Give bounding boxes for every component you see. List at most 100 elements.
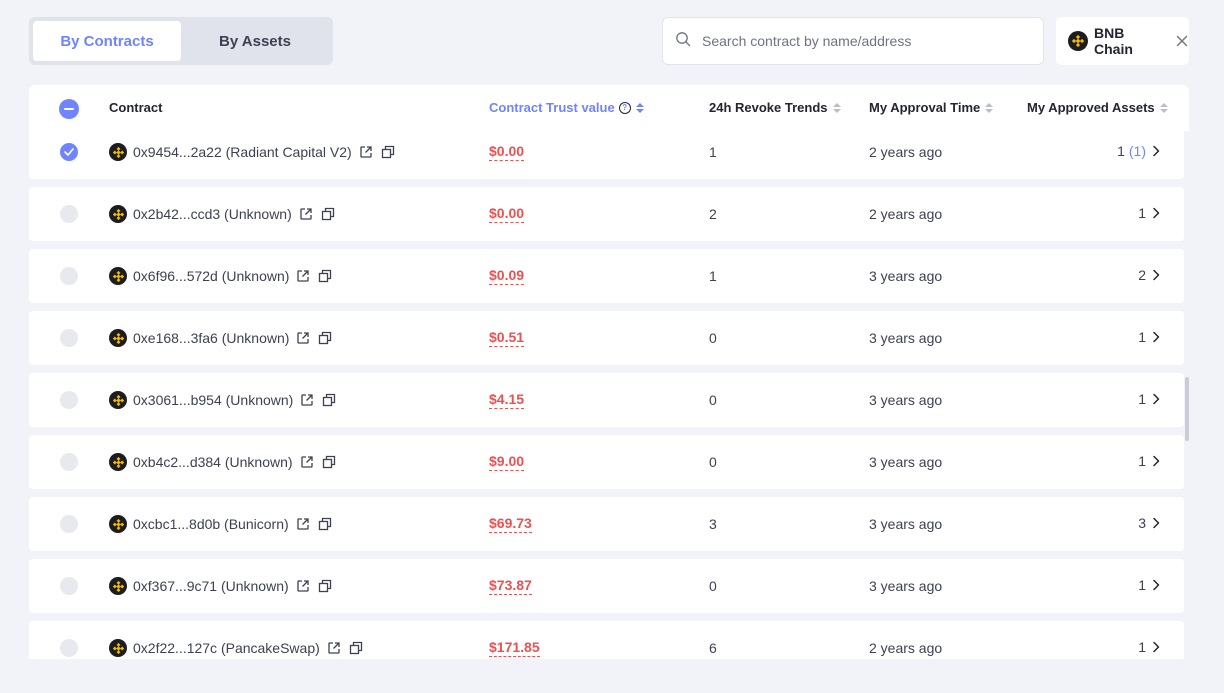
chevron-right-icon[interactable] [1152,331,1160,343]
row-checkbox[interactable] [60,205,78,223]
approved-assets-count: 1 [1138,577,1146,593]
row-checkbox[interactable] [60,577,78,595]
contract-address: 0xe168...3fa6 (Unknown) [133,330,290,346]
approved-assets[interactable]: 1 [1138,391,1160,407]
contract-cell: 0x2f22...127c (PancakeSwap) [109,638,363,658]
trust-value[interactable]: $9.00 [489,452,525,471]
table-row[interactable]: 0xb4c2...d384 (Unknown) $9.00 0 3 years ago… [29,435,1184,489]
row-checkbox[interactable] [60,453,78,471]
chevron-right-icon[interactable] [1152,455,1160,467]
chevron-right-icon[interactable] [1152,145,1160,157]
approved-assets[interactable]: 1 [1138,205,1160,221]
approval-time: 3 years ago [869,454,943,470]
revoke-trend: 0 [709,330,717,346]
revoke-trend: 2 [709,206,717,222]
approval-time: 3 years ago [869,516,943,532]
external-link-icon[interactable] [296,331,310,345]
table-row[interactable]: 0x2b42...ccd3 (Unknown) $0.00 2 2 years ago… [29,187,1184,241]
copy-icon[interactable] [321,207,335,221]
select-all-checkbox[interactable] [59,99,79,119]
column-revoke-trends[interactable]: 24h Revoke Trends [709,100,841,115]
trust-value[interactable]: $73.87 [489,576,532,595]
sort-icon[interactable] [985,102,994,113]
column-approval-time[interactable]: My Approval Time [869,100,994,115]
chevron-right-icon[interactable] [1152,579,1160,591]
table-row[interactable]: 0x9454...2a22 (Radiant Capital V2) $0.00 1… [29,131,1184,179]
scrollbar[interactable] [1185,131,1189,659]
column-trust-value[interactable]: Contract Trust value ? [489,100,644,115]
trust-value[interactable]: $171.85 [489,638,540,657]
approved-assets-count: 2 [1138,267,1146,283]
minus-icon [64,108,74,110]
approved-assets[interactable]: 1 [1138,453,1160,469]
tab-by-assets[interactable]: By Assets [181,21,329,61]
column-time-label: My Approval Time [869,100,981,115]
row-checkbox[interactable] [60,515,78,533]
table-row[interactable]: 0x6f96...572d (Unknown) $0.09 1 3 years ago… [29,249,1184,303]
chevron-right-icon[interactable] [1152,393,1160,405]
external-link-icon[interactable] [296,579,310,593]
column-approved-assets[interactable]: My Approved Assets [1027,100,1168,115]
revoke-trend: 0 [709,392,717,408]
row-checkbox[interactable] [60,143,78,161]
external-link-icon[interactable] [300,393,314,407]
table-row[interactable]: 0xcbc1...8d0b (Bunicorn) $69.73 3 3 years a… [29,497,1184,551]
sort-icon[interactable] [635,102,644,113]
table-header: Contract Contract Trust value ? 24h Revo… [29,85,1189,131]
trust-value[interactable]: $0.00 [489,204,525,223]
search-input[interactable] [702,33,1022,49]
close-icon[interactable] [1175,34,1189,48]
trust-value[interactable]: $0.51 [489,328,525,347]
table-row[interactable]: 0xe168...3fa6 (Unknown) $0.51 0 3 years ago… [29,311,1184,365]
approved-assets[interactable]: 1 [1138,577,1160,593]
contract-address: 0x2f22...127c (PancakeSwap) [133,640,320,656]
revoke-trend: 1 [709,144,717,160]
row-checkbox[interactable] [60,391,78,409]
external-link-icon[interactable] [359,145,373,159]
help-icon[interactable]: ? [618,101,631,114]
trust-value[interactable]: $0.09 [489,266,525,285]
table-row[interactable]: 0x2f22...127c (PancakeSwap) $171.85 6 2 yea… [29,621,1184,659]
approved-assets[interactable]: 1 [1138,329,1160,345]
table-row[interactable]: 0x3061...b954 (Unknown) $4.15 0 3 years ago… [29,373,1184,427]
copy-icon[interactable] [349,641,363,655]
external-link-icon[interactable] [300,455,314,469]
chevron-right-icon[interactable] [1152,269,1160,281]
bnb-logo-icon [109,515,127,533]
table-row[interactable]: 0xf367...9c71 (Unknown) $73.87 0 3 years ag… [29,559,1184,613]
row-checkbox[interactable] [60,329,78,347]
copy-icon[interactable] [318,517,332,531]
copy-icon[interactable] [318,579,332,593]
trust-value[interactable]: $4.15 [489,390,525,409]
approved-assets[interactable]: 1 (1) [1117,143,1160,159]
sort-icon[interactable] [832,102,841,113]
approved-assets[interactable]: 2 [1138,267,1160,283]
tab-by-contracts[interactable]: By Contracts [33,21,181,61]
copy-icon[interactable] [322,393,336,407]
sort-icon[interactable] [1159,102,1168,113]
row-checkbox[interactable] [60,267,78,285]
approved-assets[interactable]: 3 [1138,515,1160,531]
approved-assets[interactable]: 1 [1138,639,1160,655]
external-link-icon[interactable] [299,207,313,221]
chevron-right-icon[interactable] [1152,517,1160,529]
chain-name: BNB Chain [1094,25,1133,57]
external-link-icon[interactable] [296,269,310,283]
chain-selector[interactable]: BNB Chain [1056,17,1189,65]
trust-value[interactable]: $69.73 [489,514,532,533]
contract-cell: 0x6f96...572d (Unknown) [109,266,332,286]
approved-assets-extra: (1) [1128,143,1146,159]
trust-value[interactable]: $0.00 [489,142,525,161]
copy-icon[interactable] [322,455,336,469]
copy-icon[interactable] [318,331,332,345]
chevron-right-icon[interactable] [1152,641,1160,653]
external-link-icon[interactable] [327,641,341,655]
chevron-right-icon[interactable] [1152,207,1160,219]
row-checkbox[interactable] [60,639,78,657]
copy-icon[interactable] [318,269,332,283]
contract-cell: 0xb4c2...d384 (Unknown) [109,452,336,472]
external-link-icon[interactable] [296,517,310,531]
copy-icon[interactable] [381,145,395,159]
search-box [662,17,1044,65]
scrollbar-thumb[interactable] [1185,377,1189,441]
